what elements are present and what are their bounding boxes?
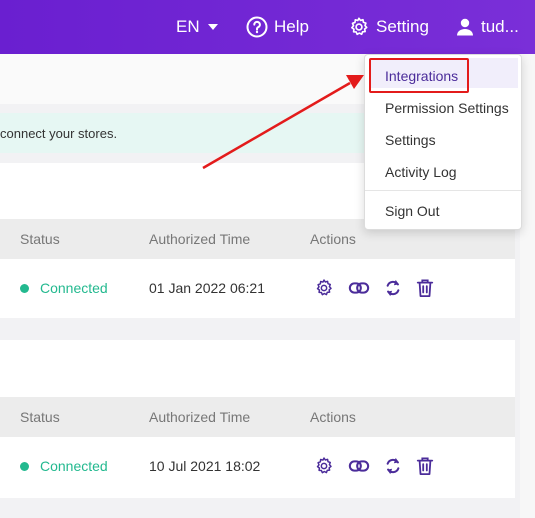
notice-text: connect your stores. [0, 125, 118, 141]
trash-icon[interactable] [416, 278, 434, 298]
menu-item-activity-log[interactable]: Activity Log [385, 164, 457, 180]
question-circle-icon [246, 16, 268, 38]
status-text: Connected [40, 280, 108, 296]
status-column-header: Status [20, 231, 60, 247]
status-text: Connected [40, 458, 108, 474]
language-label: EN [176, 17, 200, 36]
gear-icon [351, 17, 368, 36]
connected-dot-icon [20, 283, 29, 293]
menu-item-settings[interactable]: Settings [385, 132, 436, 148]
table-row: Connected 01 Jan 2022 06:21 [0, 259, 515, 317]
status-column-header: Status [20, 409, 60, 425]
refresh-icon[interactable] [384, 278, 402, 298]
refresh-icon[interactable] [384, 456, 402, 476]
status-cell: Connected [20, 437, 108, 495]
table-row: Connected 10 Jul 2021 18:02 [0, 437, 515, 495]
top-navigation-bar: EN Help Setting tud... [0, 0, 535, 54]
gear-icon[interactable] [314, 278, 334, 298]
store-card: Status Authorized Time Actions Connected… [0, 340, 515, 498]
menu-item-permission-settings[interactable]: Permission Settings [385, 100, 509, 116]
page-scrollbar[interactable] [520, 54, 535, 518]
language-selector[interactable]: EN [176, 0, 218, 54]
setting-menu-toggle[interactable]: Setting [348, 0, 429, 54]
menu-item-sign-out[interactable]: Sign Out [385, 203, 439, 219]
actions-cell [314, 437, 434, 495]
table-header: Status Authorized Time Actions [0, 397, 515, 437]
link-icon[interactable] [348, 456, 370, 476]
authorized-time-column-header: Authorized Time [149, 409, 251, 425]
actions-cell [314, 259, 434, 317]
user-name: tud... [481, 17, 519, 36]
authorized-time-column-header: Authorized Time [149, 231, 251, 247]
caret-down-icon [207, 24, 218, 30]
help-label: Help [274, 17, 309, 36]
actions-column-header: Actions [310, 409, 356, 425]
menu-divider [365, 190, 521, 191]
actions-column-header: Actions [310, 231, 356, 247]
connected-dot-icon [20, 461, 29, 471]
trash-icon[interactable] [416, 456, 434, 476]
annotation-highlight-box [369, 58, 469, 93]
authorized-time-cell: 01 Jan 2022 06:21 [149, 280, 265, 296]
authorized-time-cell: 10 Jul 2021 18:02 [149, 458, 261, 474]
status-cell: Connected [20, 259, 108, 317]
link-icon[interactable] [348, 278, 370, 298]
user-menu[interactable]: tud... [455, 0, 519, 54]
user-icon [457, 18, 473, 36]
help-link[interactable]: Help [246, 0, 309, 54]
setting-label: Setting [376, 17, 429, 36]
gear-icon[interactable] [314, 456, 334, 476]
